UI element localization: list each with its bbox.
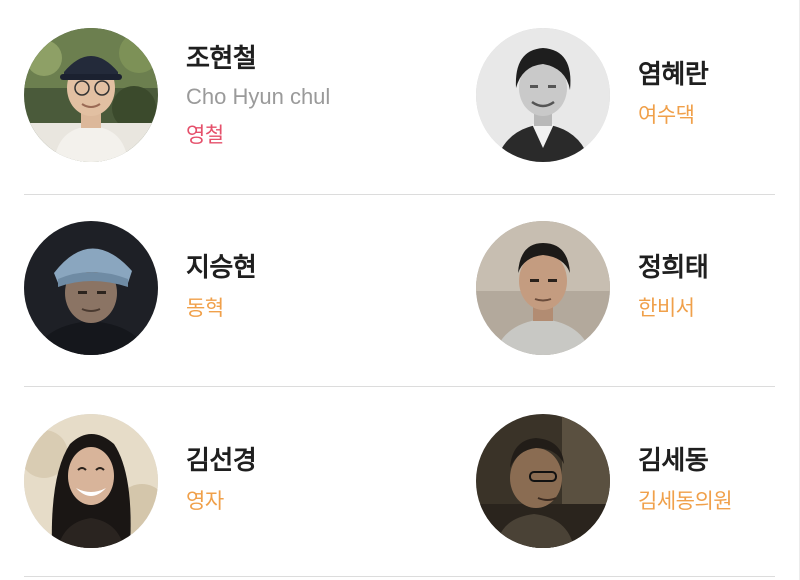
role-name: 김세동의원 [638, 489, 733, 513]
cast-member-card[interactable]: 조현철 Cho Hyun chul 영철 [24, 28, 384, 164]
actor-photo-profile-glasses [476, 414, 610, 548]
actor-english-name: Cho Hyun chul [186, 84, 331, 109]
actor-photo[interactable] [24, 28, 158, 162]
actor-name: 조현철 [186, 44, 257, 74]
actor-photo-smiling-long-hair [24, 414, 158, 548]
cast-member-card[interactable]: 염혜란 여수댁 [476, 28, 800, 164]
role-name: 영자 [186, 489, 224, 513]
cast-list: 조현철 Cho Hyun chul 영철 염혜란 여수댁 지승현 동혁 정희태 … [0, 0, 800, 580]
row-divider [24, 576, 775, 577]
cast-info: 정희태 한비서 [638, 251, 709, 323]
row-divider [24, 386, 775, 387]
actor-name: 염혜란 [638, 60, 709, 90]
cast-member-card[interactable]: 김선경 영자 [24, 414, 384, 550]
actor-photo-black-and-white [476, 28, 610, 162]
cast-member-card[interactable]: 지승현 동혁 [24, 221, 384, 357]
cast-info: 김세동 김세동의원 [638, 444, 733, 516]
cast-info: 김선경 영자 [186, 444, 257, 516]
role-name: 여수댁 [638, 103, 695, 127]
actor-photo[interactable] [476, 414, 610, 548]
actor-name: 지승현 [186, 253, 257, 283]
cast-member-card[interactable]: 김세동 김세동의원 [476, 414, 800, 550]
actor-photo-outdoor-cap-glasses [24, 28, 158, 162]
actor-name: 정희태 [638, 253, 709, 283]
role-name: 영철 [186, 123, 224, 147]
cast-info: 지승현 동혁 [186, 251, 257, 323]
actor-photo-portrait [476, 221, 610, 355]
actor-name: 김세동 [638, 446, 709, 476]
actor-photo[interactable] [24, 221, 158, 355]
role-name: 한비서 [638, 296, 695, 320]
actor-photo[interactable] [476, 28, 610, 162]
actor-photo-headscarf-dark [24, 221, 158, 355]
cast-info: 조현철 Cho Hyun chul 영철 [186, 42, 330, 150]
cast-member-card[interactable]: 정희태 한비서 [476, 221, 800, 357]
actor-photo[interactable] [24, 414, 158, 548]
role-name: 동혁 [186, 296, 224, 320]
row-divider [24, 194, 775, 195]
actor-name: 김선경 [186, 446, 257, 476]
cast-info: 염혜란 여수댁 [638, 58, 709, 130]
actor-photo[interactable] [476, 221, 610, 355]
